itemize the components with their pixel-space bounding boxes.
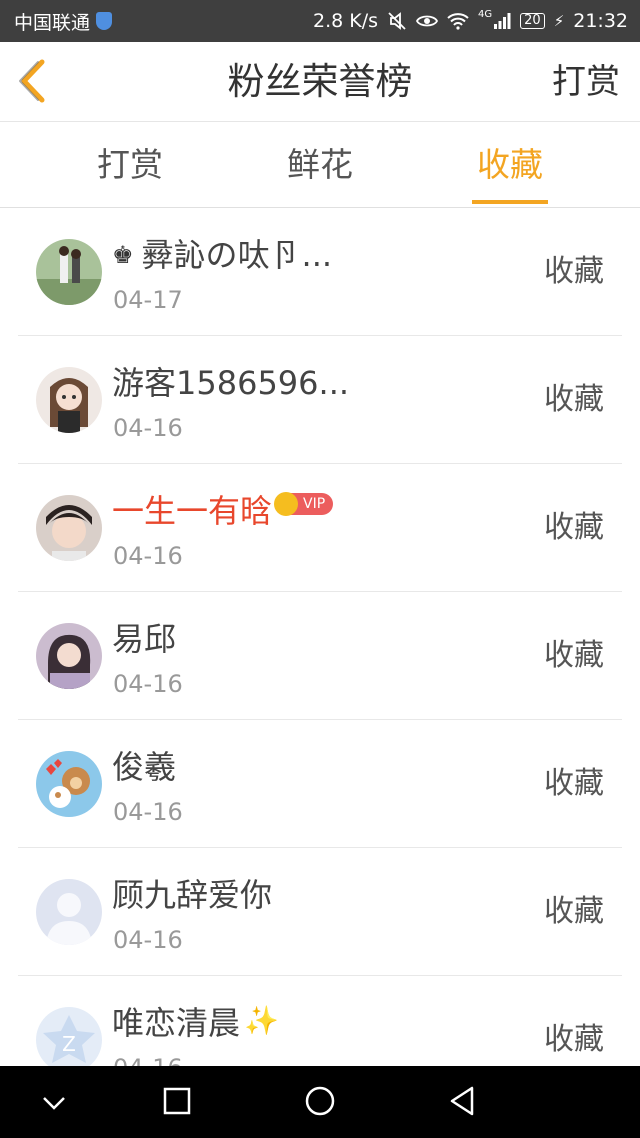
vip-badge: VIP: [274, 492, 334, 516]
fan-name-text: 彛訫の呔卪...: [141, 236, 333, 274]
page-title: 粉丝荣誉榜: [227, 60, 413, 103]
crown-icon: [274, 492, 299, 516]
list-item[interactable]: 俊羲 04-16 收藏: [18, 720, 622, 848]
action-label: 收藏: [544, 510, 604, 545]
back-triangle-icon[interactable]: [442, 1084, 482, 1120]
tab-favorites[interactable]: 收藏: [470, 122, 550, 208]
active-tab-indicator: [472, 200, 548, 204]
fan-name: ♚ 彛訫の呔卪...: [112, 230, 332, 276]
tab-flowers[interactable]: 鲜花: [280, 122, 360, 208]
tab-reward[interactable]: 打赏: [90, 122, 170, 208]
vip-label: VIP: [303, 496, 326, 512]
list-item[interactable]: 易邱 04-16 收藏: [18, 592, 622, 720]
network-speed: 2.8 K/s: [313, 10, 379, 32]
tab-bar: 打赏 鲜花 收藏: [0, 122, 640, 208]
action-label: 收藏: [544, 894, 604, 929]
action-label: 收藏: [544, 766, 604, 801]
fan-date: 04-16: [113, 926, 183, 954]
chevron-down-icon[interactable]: [34, 1084, 74, 1120]
carrier-label: 中国联通: [14, 11, 91, 34]
list-item[interactable]: 一生一有晗 VIP 04-16 收藏: [18, 464, 622, 592]
list-item[interactable]: Z 唯恋清晨✨ 04-16 收藏: [18, 976, 622, 1066]
fan-name-text: 唯恋清晨: [112, 1004, 241, 1042]
avatar[interactable]: [36, 623, 102, 689]
action-label: 收藏: [544, 1022, 604, 1057]
svg-text:Z: Z: [62, 1032, 76, 1056]
recent-apps-icon[interactable]: [157, 1084, 197, 1120]
avatar[interactable]: [36, 239, 102, 305]
shield-icon: [96, 12, 113, 30]
battery-icon: 20: [520, 13, 545, 29]
fan-name: 游客1586596...: [112, 364, 350, 402]
fan-name-text: 一生一有晗: [112, 492, 273, 530]
fan-date: 04-17: [113, 286, 183, 314]
status-bar: 中国联通 2.8 K/s 4G 20 ⚡ 21:32: [0, 0, 640, 42]
charging-icon: ⚡: [553, 12, 565, 30]
home-icon[interactable]: [300, 1084, 340, 1120]
fan-date: 04-16: [113, 1054, 183, 1066]
fan-name: 顾九辞爱你: [112, 876, 273, 914]
fan-name: 一生一有晗 VIP: [112, 486, 334, 532]
avatar[interactable]: [36, 751, 102, 817]
clock: 21:32: [573, 10, 628, 32]
fan-date: 04-16: [113, 414, 183, 442]
avatar[interactable]: [36, 367, 102, 433]
action-label: 收藏: [544, 638, 604, 673]
action-label: 收藏: [544, 254, 604, 289]
signal-icon: 4G: [478, 9, 493, 20]
fan-name: 唯恋清晨 ✨: [112, 998, 279, 1044]
sparkle-icon: ✨: [244, 1004, 279, 1037]
fan-name: 易邱: [112, 620, 177, 658]
list-item[interactable]: 游客1586596... 04-16 收藏: [18, 336, 622, 464]
app-header: 粉丝荣誉榜 打赏: [0, 42, 640, 122]
mute-icon: [388, 12, 406, 30]
avatar[interactable]: [36, 495, 102, 561]
fan-date: 04-16: [113, 670, 183, 698]
fan-date: 04-16: [113, 798, 183, 826]
list-item[interactable]: 顾九辞爱你 04-16 收藏: [18, 848, 622, 976]
battery-level: 20: [524, 13, 541, 28]
fan-list: ♚ 彛訫の呔卪... 04-17 收藏 游客1586596... 04-16 收藏…: [0, 208, 640, 1066]
avatar[interactable]: Z: [36, 1007, 102, 1066]
fan-name: 俊羲: [112, 748, 177, 786]
system-nav-bar: [0, 1066, 640, 1138]
eye-icon: [416, 15, 439, 27]
signal-bars-icon: [494, 13, 511, 29]
crown-icon: ♚: [112, 241, 134, 269]
list-item[interactable]: ♚ 彛訫の呔卪... 04-17 收藏: [18, 208, 622, 336]
wifi-icon: [447, 13, 469, 30]
fan-date: 04-16: [113, 542, 183, 570]
avatar[interactable]: [36, 879, 102, 945]
action-label: 收藏: [544, 382, 604, 417]
reward-button[interactable]: 打赏: [552, 42, 620, 122]
